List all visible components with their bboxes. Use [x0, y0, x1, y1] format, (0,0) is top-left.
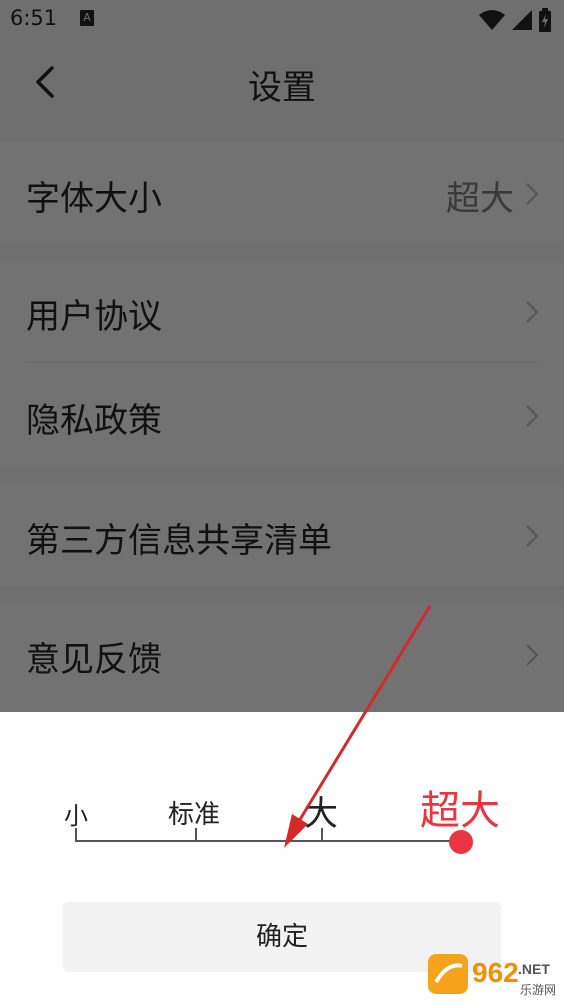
status-bar: 6:51 A	[0, 0, 564, 40]
chevron-right-icon	[526, 525, 539, 547]
settings-group-display: 字体大小 超大	[0, 143, 564, 243]
chevron-right-icon	[526, 644, 539, 666]
settings-group-legal: 用户协议 隐私政策	[0, 261, 564, 467]
settings-item-third-party-list[interactable]: 第三方信息共享清单	[0, 485, 564, 585]
divider	[26, 362, 538, 363]
watermark-logo: 962 .NET 乐游网	[428, 952, 558, 1000]
font-level-small[interactable]: 小	[64, 796, 88, 831]
page-title: 设置	[248, 68, 316, 108]
watermark-suffix: .NET	[518, 961, 550, 977]
privacy-policy-label: 隐私政策	[26, 401, 162, 441]
chevron-right-icon	[526, 405, 539, 427]
settings-group-third-party: 第三方信息共享清单	[0, 483, 564, 585]
settings-group-feedback: 意见反馈	[0, 602, 564, 712]
settings-item-privacy-policy[interactable]: 隐私政策	[0, 365, 564, 465]
title-bar: 设置	[0, 40, 564, 126]
battery-icon	[539, 8, 551, 32]
wifi-icon	[478, 10, 505, 30]
chevron-right-icon	[526, 183, 539, 205]
slider-tick	[195, 828, 197, 842]
slider-tick	[321, 828, 323, 842]
notification-icon: A	[80, 10, 94, 26]
watermark-text: 962	[472, 957, 519, 988]
user-agreement-label: 用户协议	[26, 297, 162, 337]
settings-item-feedback[interactable]: 意见反馈	[0, 604, 564, 704]
font-level-standard[interactable]: 标准	[168, 794, 220, 831]
settings-item-user-agreement[interactable]: 用户协议	[0, 261, 564, 361]
signal-icon	[511, 10, 532, 30]
status-icons	[478, 8, 552, 32]
status-time: 6:51	[10, 6, 58, 30]
third-party-list-label: 第三方信息共享清单	[26, 521, 332, 561]
slider-tick	[75, 828, 77, 842]
watermark-subtitle: 乐游网	[520, 983, 556, 997]
font-size-slider-thumb[interactable]	[449, 830, 473, 854]
font-level-extra-large[interactable]: 超大	[420, 778, 500, 836]
settings-item-font-size[interactable]: 字体大小 超大	[0, 143, 564, 243]
font-size-value: 超大	[446, 179, 514, 219]
feedback-label: 意见反馈	[26, 640, 162, 680]
font-size-slider-track[interactable]	[76, 840, 460, 842]
chevron-right-icon	[526, 301, 539, 323]
font-size-label: 字体大小	[26, 179, 162, 219]
